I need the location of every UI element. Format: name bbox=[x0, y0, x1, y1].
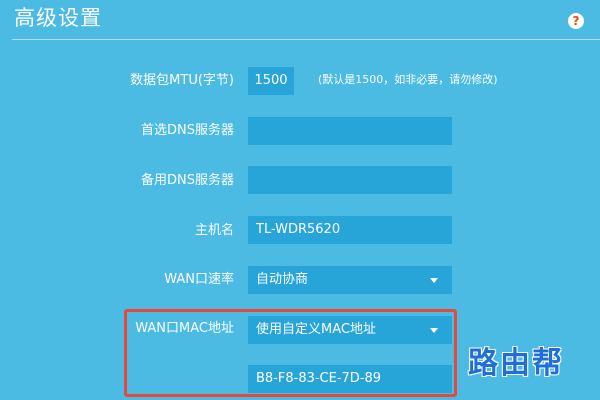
wan-speed-label: WAN口速率 bbox=[164, 272, 234, 287]
wan-speed-select[interactable]: 自动协商 bbox=[248, 266, 452, 294]
secondary-dns-input[interactable] bbox=[248, 166, 452, 194]
secondary-dns-label: 备用DNS服务器 bbox=[141, 173, 234, 188]
primary-dns-input[interactable] bbox=[248, 117, 452, 145]
wan-mac-label: WAN口MAC地址 bbox=[135, 321, 234, 336]
header-divider bbox=[12, 39, 600, 40]
chevron-down-icon bbox=[430, 278, 438, 283]
mac-address-input[interactable] bbox=[248, 365, 452, 393]
mtu-input[interactable] bbox=[248, 67, 294, 95]
header: 高级设置 ? bbox=[0, 0, 600, 40]
wan-mac-select[interactable]: 使用自定义MAC地址 bbox=[248, 316, 452, 344]
hostname-label: 主机名 bbox=[194, 223, 234, 238]
primary-dns-label: 首选DNS服务器 bbox=[141, 123, 234, 138]
wan-speed-value: 自动协商 bbox=[256, 272, 309, 287]
wan-mac-mode-value: 使用自定义MAC地址 bbox=[256, 322, 376, 337]
mtu-label: 数据包MTU(字节) bbox=[130, 73, 234, 88]
page-title: 高级设置 bbox=[14, 6, 102, 30]
help-icon[interactable]: ? bbox=[568, 13, 584, 29]
mtu-hint: (默认是1500，如非必要，请勿修改) bbox=[318, 73, 498, 86]
hostname-input[interactable] bbox=[248, 216, 452, 244]
watermark: 路由帮 bbox=[468, 346, 564, 381]
chevron-down-icon bbox=[430, 328, 438, 333]
